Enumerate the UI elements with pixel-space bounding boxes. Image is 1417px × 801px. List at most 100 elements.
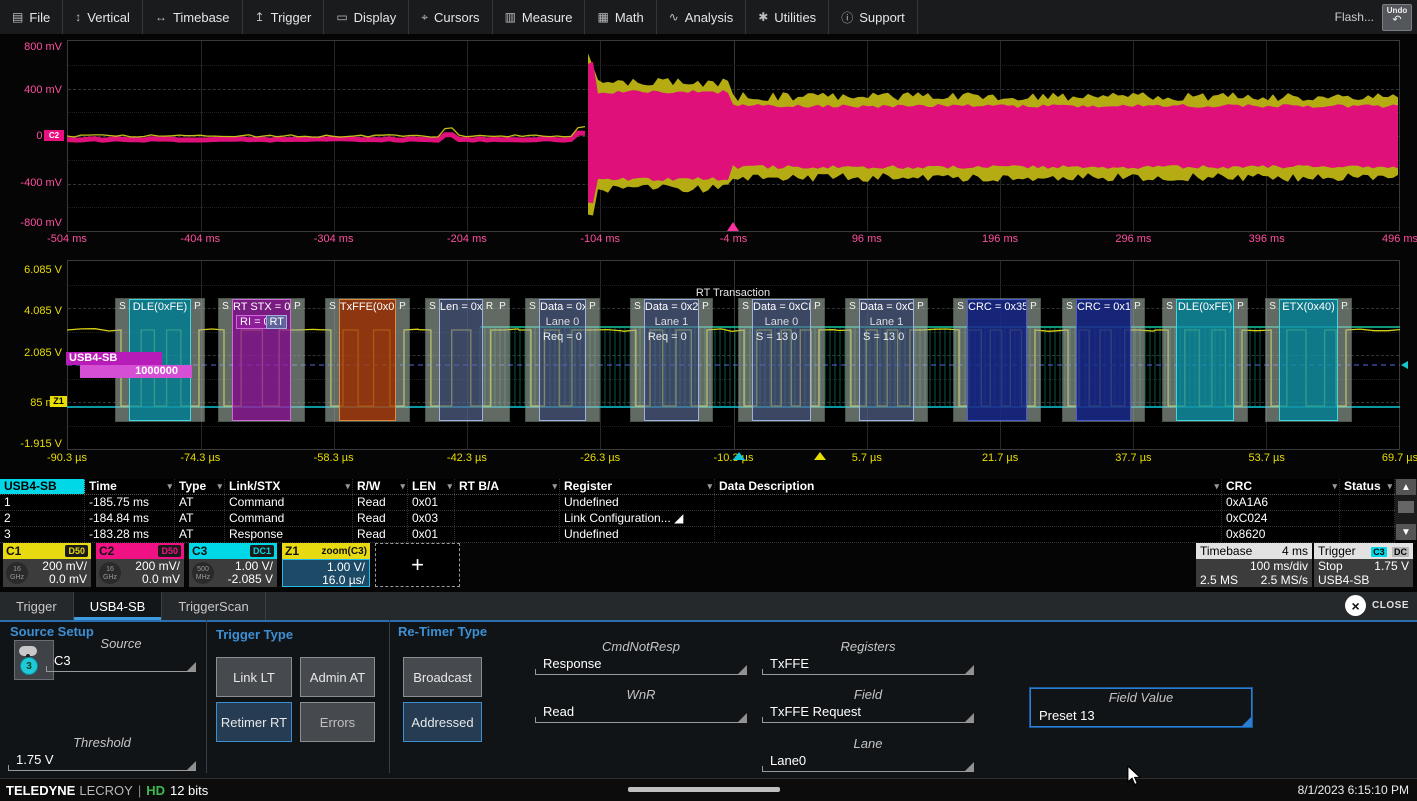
menu-item-measure[interactable]: ▥Measure: [493, 0, 586, 34]
table-cell: 0x03: [408, 511, 455, 526]
column-header-time[interactable]: Time▾: [85, 479, 175, 494]
button-broadcast[interactable]: Broadcast: [403, 657, 482, 697]
x-tick-label: -42.3 µs: [447, 452, 487, 464]
c2-offset-tag[interactable]: C2: [44, 130, 64, 141]
trigger-level: 1.75 V: [1374, 559, 1409, 573]
menu-item-cursors[interactable]: ⌖Cursors: [409, 0, 492, 34]
button-retimer-rt[interactable]: Retimer RT: [216, 702, 292, 742]
menu-item-vertical[interactable]: ↕Vertical: [63, 0, 143, 34]
tab-trigger[interactable]: Trigger: [0, 592, 74, 620]
table-cell: 3: [0, 527, 85, 542]
menu-item-analysis[interactable]: ∿Analysis: [657, 0, 746, 34]
packet-lane-label: Lane 0: [753, 316, 810, 328]
decoder-tag[interactable]: USB4-SB: [66, 352, 162, 365]
packet-stop-block: P: [1338, 299, 1351, 421]
column-header-len[interactable]: LEN▾: [408, 479, 455, 494]
trigger-time-marker-icon[interactable]: [733, 452, 745, 460]
menu-item-timebase[interactable]: ↔Timebase: [143, 0, 243, 34]
packet-stop-block: P: [914, 299, 927, 421]
packet-bubble: Data = 0x20Lane 0Req = 0: [539, 299, 586, 421]
x-tick-label: 21.7 µs: [982, 452, 1018, 464]
channel-number-badge: 3: [20, 657, 38, 675]
menu-item-trigger[interactable]: ↥Trigger: [243, 0, 325, 34]
table-cell: 0x01: [408, 495, 455, 510]
menu-item-utilities[interactable]: ✱Utilities: [746, 0, 829, 34]
y-tick-label: 2.085 V: [0, 347, 66, 359]
column-header-type[interactable]: Type▾: [175, 479, 225, 494]
x-tick-label: -504 ms: [47, 233, 87, 245]
source-probe-button[interactable]: 3: [14, 640, 54, 680]
timebase-descriptor[interactable]: Timebase 4 ms 100 ms/div 2.5 MS 2.5 MS/s: [1196, 543, 1312, 587]
close-icon: ×: [1345, 595, 1366, 616]
probe-icon: [19, 646, 37, 656]
menu-item-support[interactable]: ⓘSupport: [829, 0, 918, 34]
dropdown-underline: [762, 664, 974, 675]
scale-value: 1.00 V/: [327, 560, 365, 574]
zoom-position-marker-icon[interactable]: [814, 452, 826, 460]
column-header-r-w[interactable]: R/W▾: [353, 479, 408, 494]
table-cell: 2: [0, 511, 85, 526]
close-button[interactable]: × CLOSE: [1345, 595, 1409, 616]
channel-descriptor-c3[interactable]: C3DC1500MHz1.00 V/-2.085 V: [189, 543, 277, 587]
packet-label: Data = 0x20: [645, 301, 698, 313]
packet-stop-block: P: [396, 299, 409, 421]
hd-badge: HD: [146, 783, 165, 798]
button-admin-at[interactable]: Admin AT: [300, 657, 375, 697]
packet-lane-label: Lane 1: [645, 316, 698, 328]
packet-bubble: TxFFE(0x0D): [339, 299, 396, 421]
button-link-lt[interactable]: Link LT: [216, 657, 292, 697]
flash-button[interactable]: Flash...: [1335, 10, 1374, 24]
tab-triggerscan[interactable]: TriggerScan: [162, 592, 265, 620]
menu-item-file[interactable]: ▤File: [0, 0, 63, 34]
decode-packet-data-0x20: SPData = 0x20Lane 1Req = 0: [630, 298, 713, 422]
menu-item-label: Analysis: [685, 10, 733, 25]
table-row[interactable]: 2-184.84 msATCommandRead0x03Link Configu…: [0, 511, 1395, 527]
packet-stop-block: P: [1027, 299, 1040, 421]
column-header-data-description[interactable]: Data Description▾: [715, 479, 1222, 494]
field-value-input[interactable]: Field Value Preset 13: [1030, 688, 1252, 727]
channel-descriptor-c1[interactable]: C1D5016GHz200 mV/0.0 mV: [3, 543, 91, 587]
channel-id: C1: [6, 544, 21, 558]
column-header-rt-b-a[interactable]: RT B/A▾: [455, 479, 560, 494]
table-scroll-up-button[interactable]: ▲: [1396, 479, 1416, 495]
column-header-status[interactable]: Status▾: [1340, 479, 1395, 494]
status-scroll-handle[interactable]: [628, 787, 780, 792]
add-trace-button[interactable]: +: [375, 543, 460, 587]
y-tick-label: 400 mV: [0, 84, 66, 96]
table-row[interactable]: 1-185.75 msATCommandRead0x01Undefined0xA…: [0, 495, 1395, 511]
undo-button[interactable]: Undo ↶: [1382, 4, 1412, 31]
button-addressed[interactable]: Addressed: [403, 702, 482, 742]
packet-label: RT STX = 0x40: [233, 301, 290, 313]
brand-lecroy: LECROY: [79, 783, 132, 798]
button-errors[interactable]: Errors: [300, 702, 375, 742]
section-title-retimer-type: Re-Timer Type: [398, 624, 487, 639]
x-tick-label: 96 ms: [852, 233, 882, 245]
table-cell: [715, 527, 1222, 542]
column-header-crc[interactable]: CRC▾: [1222, 479, 1340, 494]
decode-packet-len-0x04: SPRLen = 0x04: [425, 298, 510, 422]
packet-r-block: R: [483, 299, 496, 421]
mouse-cursor-icon: [1126, 766, 1144, 786]
packet-label: Data = 0x20: [540, 301, 585, 313]
menu-item-math[interactable]: ▦Math: [585, 0, 656, 34]
analog-waveform-grid[interactable]: [67, 40, 1400, 232]
decoder-bitrate-tag[interactable]: 1000000: [80, 365, 192, 378]
decode-packet-data-0xcd: SPData = 0xCDLane 0S = 13 0: [738, 298, 825, 422]
trigger-descriptor[interactable]: Trigger C3 DC Stop 1.75 V USB4-SB: [1314, 543, 1413, 587]
channel-descriptor-c2[interactable]: C2D5016GHz200 mV/0.0 mV: [96, 543, 184, 587]
y-tick-label: 4.085 V: [0, 305, 66, 317]
menu-item-display[interactable]: ▭Display: [324, 0, 409, 34]
packet-lane-label: Lane 0: [540, 316, 585, 328]
column-header-usb4-sb[interactable]: USB4-SB: [0, 479, 85, 494]
column-header-register[interactable]: Register▾: [560, 479, 715, 494]
x-tick-label: 396 ms: [1249, 233, 1285, 245]
channel-descriptor-z1[interactable]: Z1zoom(C3)1.00 V/16.0 µs/: [282, 543, 370, 587]
column-header-link-stx[interactable]: Link/STX▾: [225, 479, 353, 494]
tab-usb4-sb[interactable]: USB4-SB: [74, 592, 163, 620]
table-row[interactable]: 3-183.28 msATResponseRead0x01Undefined0x…: [0, 527, 1395, 543]
sort-arrow-icon: ▾: [217, 479, 224, 494]
table-scroll-thumb[interactable]: [1398, 501, 1414, 513]
menu-item-label: Display: [354, 10, 397, 25]
table-scroll-down-button[interactable]: ▼: [1396, 524, 1416, 540]
z1-position-tag[interactable]: Z1: [50, 396, 67, 407]
